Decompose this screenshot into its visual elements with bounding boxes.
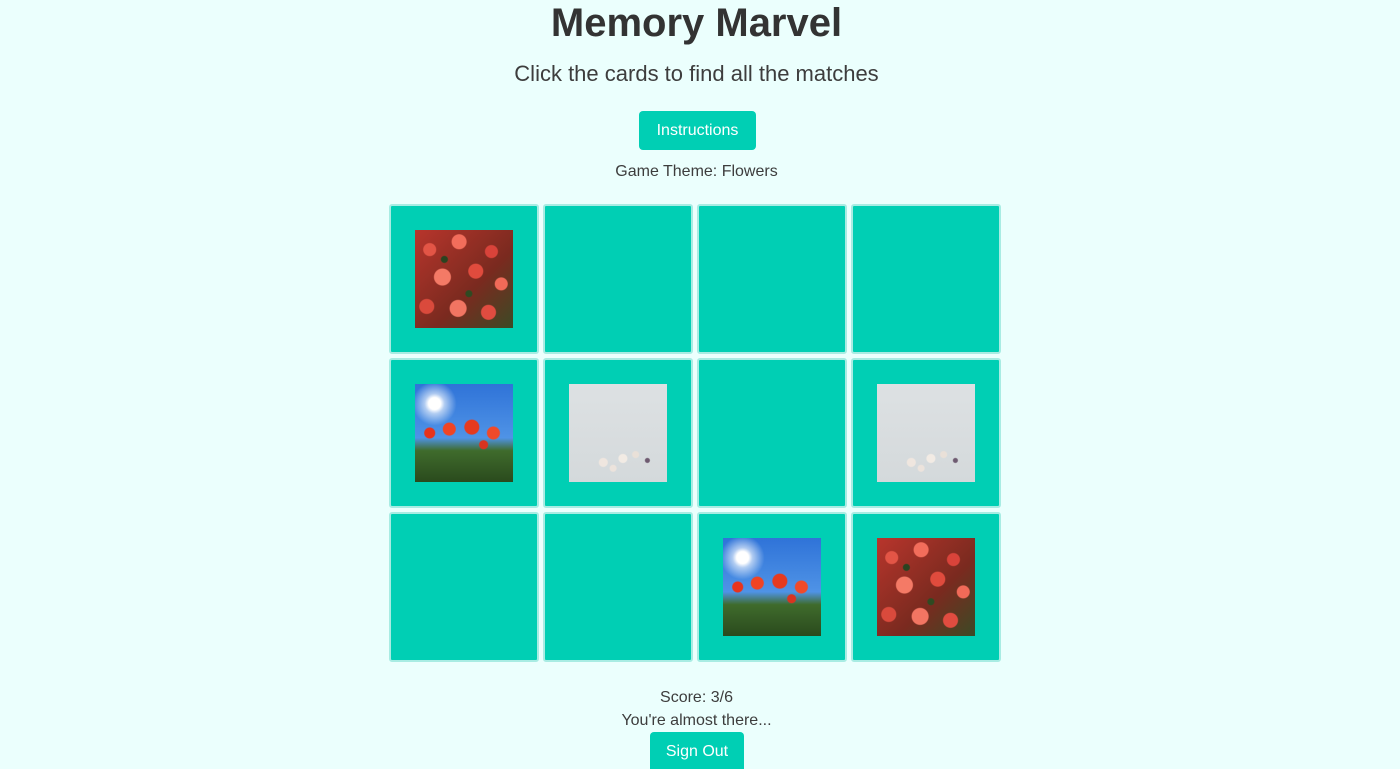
card-7[interactable]	[697, 358, 847, 508]
card-9[interactable]	[389, 512, 539, 662]
card-grid	[389, 204, 1005, 666]
card-8[interactable]	[851, 358, 1001, 508]
card-12[interactable]	[851, 512, 1001, 662]
sign-out-button[interactable]: Sign Out	[650, 732, 744, 769]
card-image-white-flowers	[569, 384, 667, 482]
card-4[interactable]	[851, 204, 1001, 354]
card-image-poppies-sun	[415, 384, 513, 482]
page: Memory Marvel Click the cards to find al…	[0, 0, 1400, 769]
card-3[interactable]	[697, 204, 847, 354]
card-2[interactable]	[543, 204, 693, 354]
card-1[interactable]	[389, 204, 539, 354]
card-10[interactable]	[543, 512, 693, 662]
instructions-button[interactable]: Instructions	[639, 111, 756, 150]
card-6[interactable]	[543, 358, 693, 508]
card-image-red-roses	[877, 538, 975, 636]
card-11[interactable]	[697, 512, 847, 662]
page-subtitle: Click the cards to find all the matches	[514, 61, 879, 86]
card-5[interactable]	[389, 358, 539, 508]
card-image-white-flowers	[877, 384, 975, 482]
game-theme-label: Game Theme: Flowers	[615, 163, 778, 180]
status-message: You're almost there...	[621, 712, 772, 729]
card-image-red-roses	[415, 230, 513, 328]
score-text: Score: 3/6	[660, 689, 733, 706]
card-image-poppies-sun	[723, 538, 821, 636]
page-title: Memory Marvel	[550, 1, 843, 45]
